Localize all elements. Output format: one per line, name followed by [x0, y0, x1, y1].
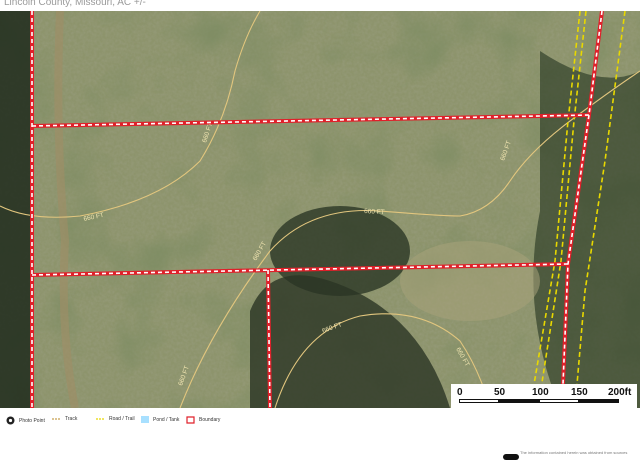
- scale-segment: [459, 399, 499, 403]
- disclaimer-text: The information contained herein was obt…: [520, 450, 628, 455]
- scale-label: 150: [571, 387, 588, 398]
- right-woods: [533, 51, 640, 408]
- camera-icon: [6, 416, 15, 425]
- scale-bar: 0 50 100 150 200ft: [451, 384, 637, 410]
- legend-label: Pond / Tank: [153, 416, 180, 423]
- scale-label: 200ft: [608, 387, 632, 398]
- road-line-icon: [96, 418, 105, 420]
- boundary-line: [266, 269, 272, 408]
- left-tree-line: [0, 11, 34, 408]
- track-line-icon: [52, 418, 61, 420]
- field-clearing: [400, 241, 540, 321]
- legend-label: Boundary: [199, 417, 221, 423]
- pond-swatch-icon: [141, 416, 149, 423]
- legend-item-pond-tank: Pond / Tank: [141, 416, 179, 423]
- map-title: Lincoln County, Missouri, AC +/-: [4, 0, 146, 8]
- boundary-icon: [186, 416, 195, 424]
- legend-label: Track: [65, 416, 78, 422]
- brand-logo-icon: [503, 454, 519, 460]
- scale-segment: [579, 399, 619, 403]
- map-legend: Photo Point Track Road / Trail Pond / Ta…: [0, 410, 640, 460]
- legend-item-track: Track: [52, 416, 77, 422]
- scale-label: 50: [494, 387, 506, 398]
- contour-label: 660 FT: [364, 208, 385, 216]
- legend-item-photo-point: Photo Point: [6, 416, 45, 425]
- scale-segment: [539, 399, 579, 403]
- scale-label: 100: [532, 387, 549, 398]
- legend-item-road-trail: Road / Trail: [96, 416, 135, 422]
- legend-item-boundary: Boundary: [186, 416, 220, 424]
- legend-label: Road / Trail: [109, 416, 135, 422]
- aerial-map[interactable]: 660 FT 660 FT 660 FT 660 FT 660 FT 660 F…: [0, 11, 640, 408]
- legend-label: Photo Point: [19, 417, 45, 424]
- scale-segment: [499, 399, 539, 403]
- scale-label: 0: [457, 387, 463, 398]
